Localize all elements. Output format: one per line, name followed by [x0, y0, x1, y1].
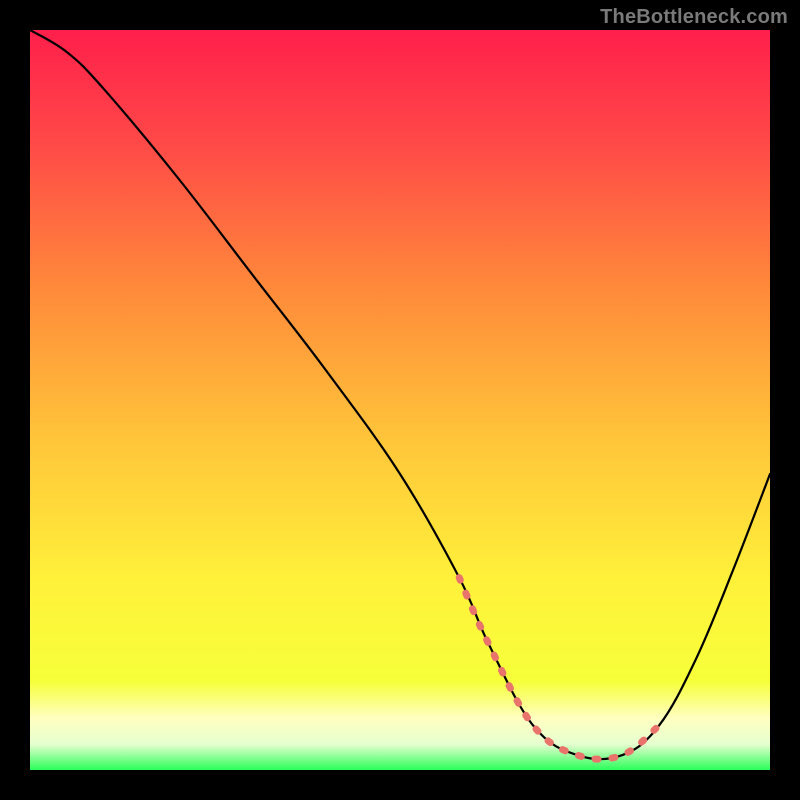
watermark-text: TheBottleneck.com: [600, 6, 788, 29]
chart-background-gradient: [30, 30, 770, 770]
chart-svg: [30, 30, 770, 770]
chart-plot-area: [30, 30, 770, 770]
